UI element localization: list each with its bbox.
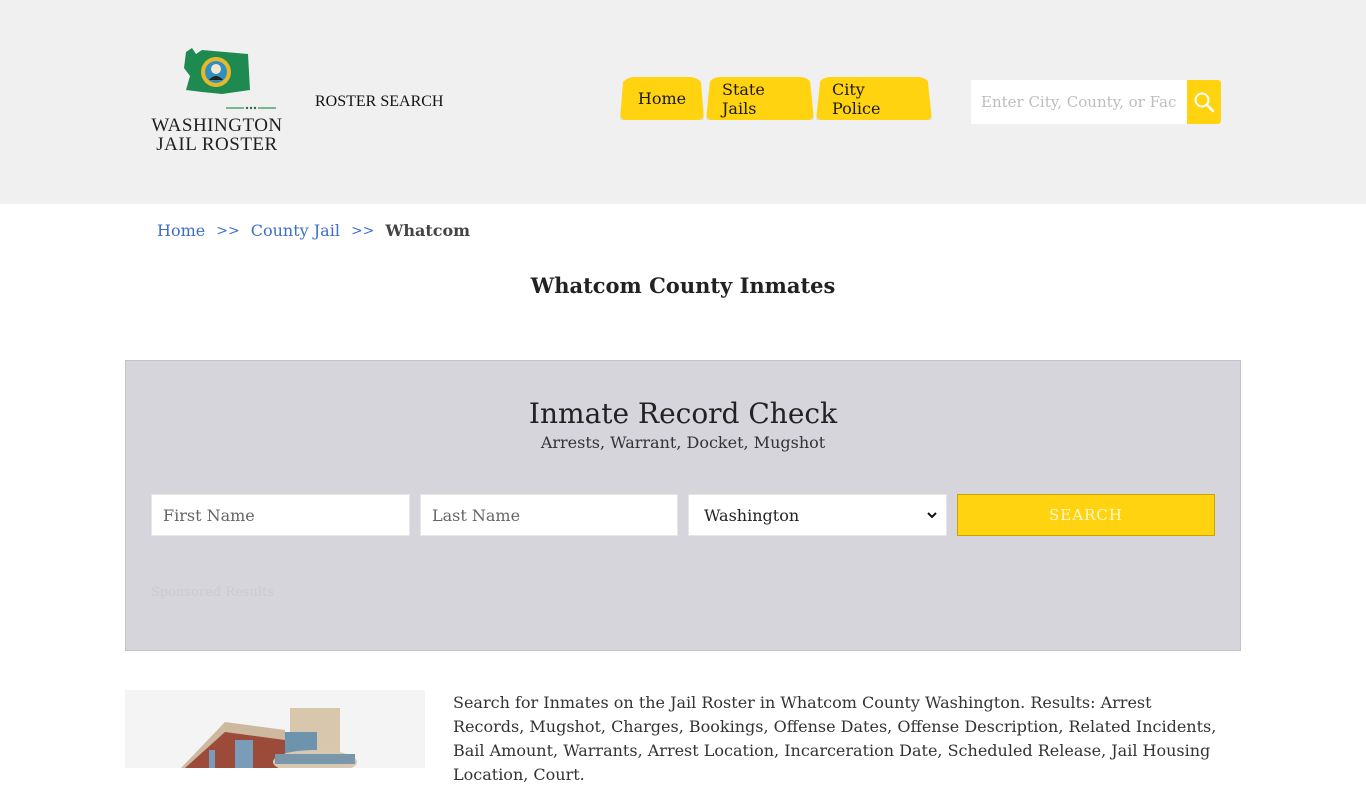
breadcrumb-separator: >> [216,223,240,239]
breadcrumb-current: Whatcom [385,221,471,240]
breadcrumb-county-jail[interactable]: County Jail [251,221,340,241]
record-check-subtitle: Arrests, Warrant, Docket, Mugshot [540,433,826,452]
state-select[interactable]: Washington [688,494,947,536]
site-search-button[interactable] [1187,80,1221,124]
sponsored-results-label: Sponsored Results [151,585,274,600]
breadcrumb: Home >> County Jail >> Whatcom [157,221,470,241]
state-select-value: Washington [704,505,800,525]
nav-home[interactable]: Home [620,77,704,120]
main-nav: Home State Jails City Police [620,77,932,121]
facility-photo [125,690,425,768]
logo-line-1: WASHINGTON [151,115,283,136]
site-logo[interactable]: WASHINGTON JAIL ROSTER [148,46,288,158]
chevron-down-icon [927,512,937,519]
logo-line-2: JAIL ROSTER [156,134,278,155]
inmate-record-check-panel: Inmate Record Check Arrests, Warrant, Do… [125,360,1241,651]
nav-city-police[interactable]: City Police [816,77,932,120]
record-check-title: Inmate Record Check [528,397,838,430]
site-header: WASHINGTON JAIL ROSTER ROSTER SEARCH Hom… [0,0,1366,204]
jail-building-image [125,690,425,768]
site-search [971,80,1221,124]
last-name-input[interactable] [420,494,678,536]
breadcrumb-home[interactable]: Home [157,221,205,241]
page-title: Whatcom County Inmates [530,273,836,298]
county-description: Search for Inmates on the Jail Roster in… [453,693,1217,784]
search-icon [1194,92,1215,113]
nav-state-jails[interactable]: State Jails [706,77,814,120]
logo-text: WASHINGTON JAIL ROSTER [148,116,286,154]
site-search-input[interactable] [971,80,1187,124]
first-name-input[interactable] [151,494,410,536]
search-button[interactable]: SEARCH [957,494,1215,536]
roster-search-link[interactable]: ROSTER SEARCH [315,93,443,111]
logo-divider [192,106,276,110]
breadcrumb-separator: >> [350,223,375,239]
washington-state-seal-icon [184,48,250,94]
